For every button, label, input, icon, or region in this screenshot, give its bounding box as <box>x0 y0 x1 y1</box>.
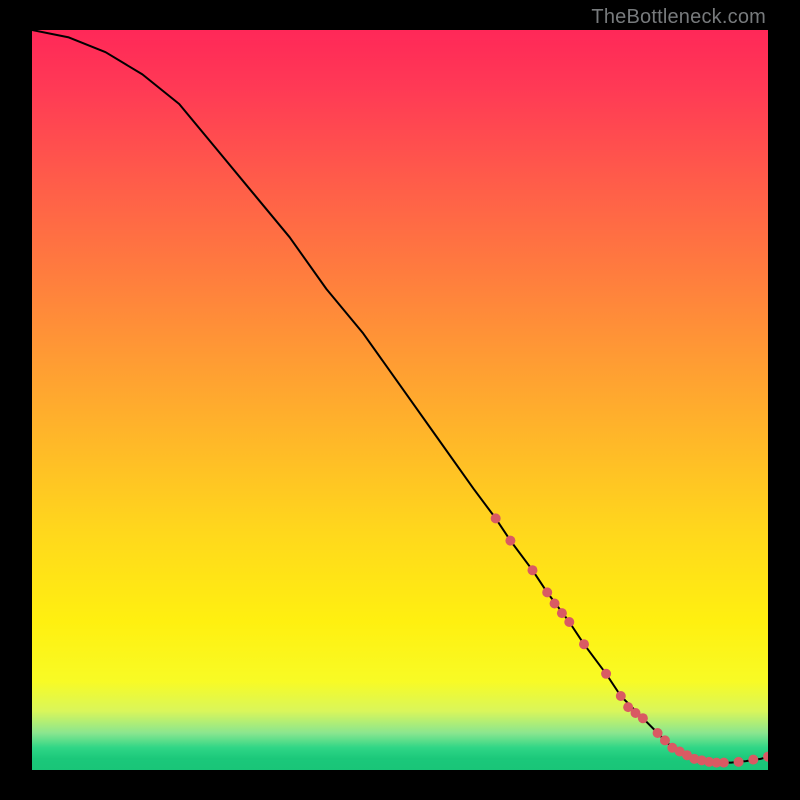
plot-area <box>32 30 768 770</box>
marker-layer <box>491 513 768 767</box>
data-marker <box>763 752 768 762</box>
data-marker <box>748 755 758 765</box>
chart-stage: TheBottleneck.com <box>0 0 800 800</box>
data-marker <box>734 757 744 767</box>
chart-svg <box>32 30 768 770</box>
data-marker <box>550 599 560 609</box>
data-marker <box>542 587 552 597</box>
data-marker <box>505 536 515 546</box>
data-marker <box>719 758 729 768</box>
data-marker <box>616 691 626 701</box>
main-curve <box>32 30 768 763</box>
data-marker <box>660 735 670 745</box>
watermark-text: TheBottleneck.com <box>591 6 766 29</box>
data-marker <box>527 565 537 575</box>
data-marker <box>638 713 648 723</box>
data-marker <box>557 608 567 618</box>
data-marker <box>491 513 501 523</box>
data-marker <box>601 669 611 679</box>
data-marker <box>579 639 589 649</box>
data-marker <box>653 728 663 738</box>
data-marker <box>564 617 574 627</box>
